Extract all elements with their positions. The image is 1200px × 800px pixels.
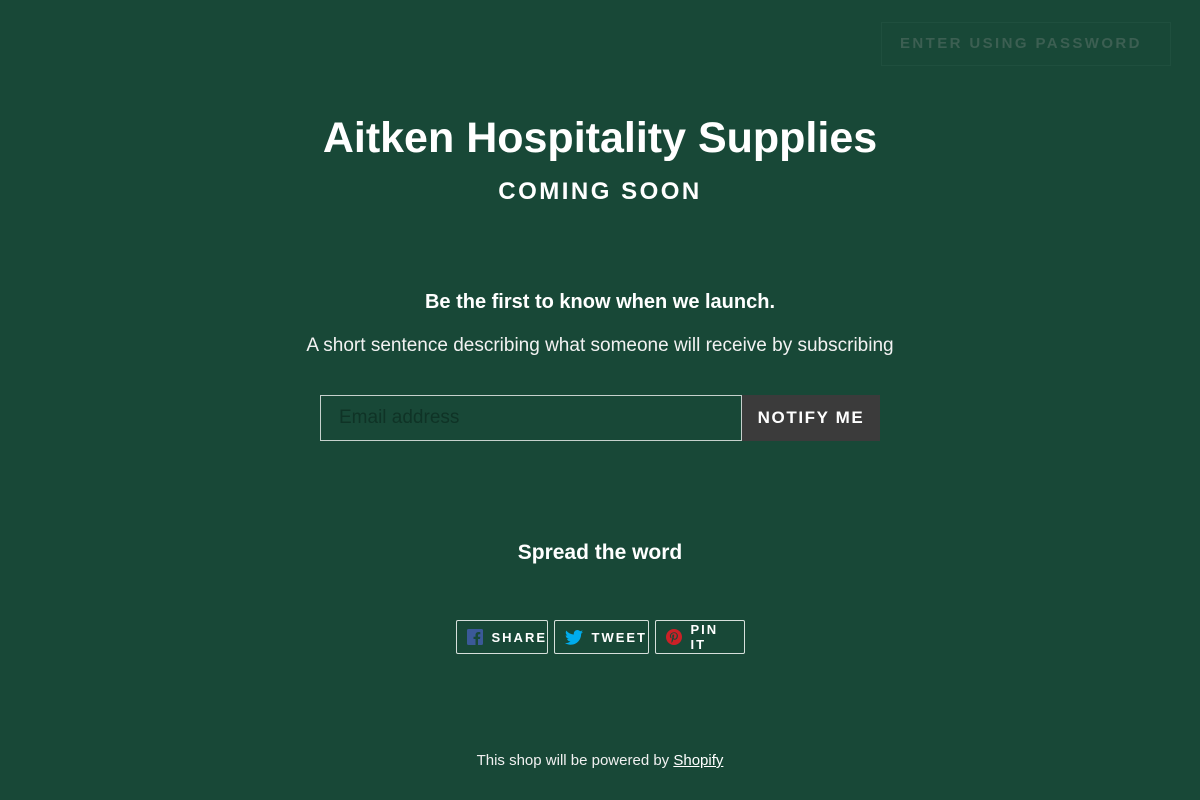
share-facebook-button[interactable]: SHARE	[455, 620, 548, 654]
twitter-icon	[564, 629, 592, 645]
share-label: SHARE	[491, 629, 548, 645]
enter-using-password-button[interactable]: ENTER USING PASSWORD	[881, 22, 1171, 66]
powered-by-footer: This shop will be powered by Shopify	[0, 750, 1200, 772]
tweet-label: TWEET	[591, 629, 647, 645]
notify-me-button[interactable]: NOTIFY ME	[742, 395, 880, 441]
pin-it-label: PIN IT	[690, 622, 719, 652]
email-input[interactable]	[320, 395, 742, 441]
social-sharing: SHARE TWEET PIN IT	[0, 620, 1200, 654]
shopify-link[interactable]: Shopify	[673, 752, 723, 769]
newsletter-form: NOTIFY ME	[320, 395, 880, 441]
coming-soon-subtitle: COMING SOON	[498, 178, 702, 205]
password-page: ENTER USING PASSWORD Aitken Hospitality …	[0, 0, 1200, 800]
share-pinterest-button[interactable]: PIN IT	[654, 620, 745, 654]
powered-by-text: This shop will be powered by	[476, 752, 670, 769]
spread-the-word-heading: Spread the word	[517, 541, 683, 564]
facebook-icon	[466, 629, 492, 645]
pinterest-icon	[665, 629, 691, 645]
shop-title: Aitken Hospitality Supplies	[322, 114, 878, 162]
share-twitter-button[interactable]: TWEET	[553, 620, 649, 654]
newsletter-heading: Be the first to know when we launch.	[424, 291, 776, 313]
newsletter-description: A short sentence describing what someone…	[306, 335, 894, 356]
